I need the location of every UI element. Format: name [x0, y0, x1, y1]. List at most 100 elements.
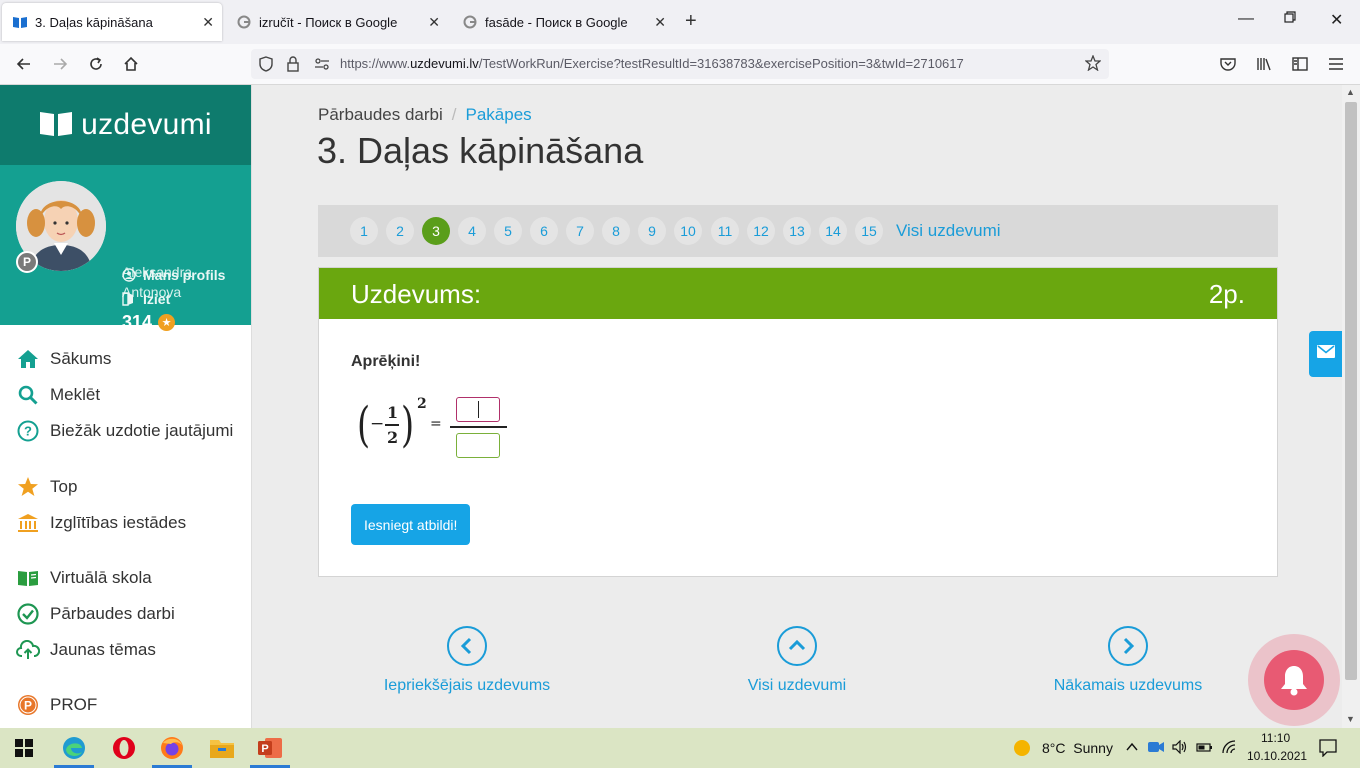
sidebar-item-search[interactable]: Meklēt [16, 383, 100, 407]
battery-icon[interactable] [1196, 740, 1214, 759]
tab-title: izručīt - Поиск в Google [259, 14, 398, 30]
url-bar[interactable]: https://www.uzdevumi.lv/TestWorkRun/Exer… [251, 49, 1109, 79]
new-tab-icon[interactable]: + [685, 10, 697, 33]
reload-icon[interactable] [84, 52, 108, 76]
page-button-9[interactable]: 9 [638, 217, 666, 245]
lock-icon[interactable] [287, 56, 299, 77]
prof-badge: P [16, 251, 38, 273]
notifications-button[interactable] [1248, 634, 1340, 726]
exponent: 2 [417, 396, 427, 412]
tab-close-icon[interactable]: ✕ [202, 14, 214, 31]
notifications-center-icon[interactable] [1319, 739, 1337, 762]
task-points: 2p. [1208, 279, 1245, 309]
url-text[interactable]: https://www.uzdevumi.lv/TestWorkRun/Exer… [340, 56, 964, 71]
chevron-up-tray-icon[interactable] [1126, 740, 1138, 758]
page-button-6[interactable]: 6 [530, 217, 558, 245]
page-button-13[interactable]: 13 [783, 217, 811, 245]
sidebar-item-virtual-school[interactable]: Virtuālā skola [16, 566, 152, 590]
page-button-8[interactable]: 8 [602, 217, 630, 245]
chevron-right-icon [1108, 626, 1148, 666]
page-button-4[interactable]: 4 [458, 217, 486, 245]
page-button-15[interactable]: 15 [855, 217, 883, 245]
sidebar-item-label: Sākums [50, 349, 112, 368]
scroll-down-icon[interactable]: ▼ [1346, 714, 1355, 724]
submit-answer-button[interactable]: Iesniegt atbildi! [351, 504, 471, 545]
start-button[interactable] [0, 728, 48, 768]
sidebar-item-home[interactable]: Sākums [16, 347, 111, 371]
library-icon[interactable] [1252, 52, 1276, 76]
breadcrumb-item-powers[interactable]: Pakāpes [466, 105, 532, 124]
previous-task-label: Iepriekšējais uzdevums [383, 677, 551, 694]
left-paren: ( [357, 397, 371, 453]
back-icon[interactable] [12, 52, 36, 76]
home-browser-icon[interactable] [119, 52, 143, 76]
page-button-10[interactable]: 10 [674, 217, 702, 245]
logo[interactable]: uzdevumi [0, 85, 251, 165]
sidebar-toggle-icon[interactable] [1288, 52, 1312, 76]
page-button-11[interactable]: 11 [711, 217, 739, 245]
numerator-input[interactable] [456, 397, 500, 422]
sidebar-item-top[interactable]: Top [16, 475, 77, 499]
page-button-3[interactable]: 3 [422, 217, 450, 245]
powerpoint-taskbar-icon[interactable]: P [246, 728, 294, 768]
my-profile-label: Mans profils [143, 267, 226, 283]
logout-link[interactable]: Iziet [122, 291, 170, 307]
page-scrollbar[interactable]: ▲ ▼ [1342, 85, 1360, 728]
user-score: 314 ★ [122, 312, 176, 333]
sidebar-item-new-topics[interactable]: Jaunas tēmas [16, 638, 156, 662]
tab-title: 3. Daļas kāpināšana [35, 14, 153, 30]
bookmark-star-icon[interactable] [1084, 54, 1102, 76]
opera-taskbar-icon[interactable] [100, 728, 148, 768]
denominator-input[interactable] [456, 433, 500, 458]
shield-icon[interactable] [259, 56, 273, 77]
page-button-5[interactable]: 5 [494, 217, 522, 245]
volume-icon[interactable] [1172, 739, 1188, 759]
file-explorer-taskbar-icon[interactable] [198, 728, 246, 768]
breadcrumb-item-tests[interactable]: Pārbaudes darbi [318, 105, 443, 124]
restore-icon[interactable] [1284, 10, 1296, 28]
menu-icon[interactable] [1324, 52, 1348, 76]
close-window-icon[interactable]: ✕ [1330, 10, 1343, 30]
feedback-mail-button[interactable] [1309, 331, 1343, 377]
sidebar-item-tests[interactable]: Pārbaudes darbi [16, 602, 175, 626]
sidebar-item-institutions[interactable]: Izglītības iestādes [16, 511, 186, 535]
minimize-icon[interactable]: — [1238, 10, 1254, 28]
firefox-taskbar-icon[interactable] [148, 728, 196, 768]
browser-tab-bar: 3. Daļas kāpināšana ✕ izručīt - Поиск в … [0, 0, 1360, 44]
sidebar-item-prof[interactable]: P PROF [16, 693, 97, 717]
next-task-link[interactable]: Nākamais uzdevums [1040, 626, 1216, 695]
permissions-icon[interactable] [314, 57, 330, 76]
wifi-icon[interactable] [1221, 740, 1237, 759]
chevron-left-icon [447, 626, 487, 666]
edge-taskbar-icon[interactable] [50, 728, 98, 768]
meet-camera-icon[interactable] [1148, 740, 1164, 759]
weather-text[interactable]: 8°C Sunny [1042, 740, 1113, 756]
logout-door-icon [122, 292, 137, 306]
weather-sun-icon[interactable] [1013, 739, 1031, 762]
page-button-2[interactable]: 2 [386, 217, 414, 245]
tab-close-icon[interactable]: ✕ [654, 14, 666, 31]
prof-icon: P [16, 693, 40, 717]
page-button-7[interactable]: 7 [566, 217, 594, 245]
scroll-thumb[interactable] [1345, 102, 1357, 680]
forward-icon[interactable] [48, 52, 72, 76]
all-tasks-link[interactable]: Visi uzdevumi [896, 221, 1001, 241]
bell-icon [1264, 650, 1324, 710]
all-tasks-nav-link[interactable]: Visi uzdevumi [737, 626, 857, 695]
clock-time[interactable]: 11:10 [1261, 731, 1290, 745]
fraction-numerator: 1 [387, 403, 399, 422]
page-button-14[interactable]: 14 [819, 217, 847, 245]
svg-text:?: ? [24, 424, 32, 439]
page-button-12[interactable]: 12 [747, 217, 775, 245]
tab-active[interactable]: 3. Daļas kāpināšana ✕ [2, 3, 222, 41]
scroll-up-icon[interactable]: ▲ [1346, 87, 1355, 97]
sidebar-item-faq[interactable]: ? Biežāk uzdotie jautājumi [16, 419, 233, 443]
tab-close-icon[interactable]: ✕ [428, 14, 440, 31]
tab-google-1[interactable]: izručīt - Поиск в Google ✕ [226, 0, 448, 44]
page-button-1[interactable]: 1 [350, 217, 378, 245]
clock-date[interactable]: 10.10.2021 [1247, 749, 1307, 763]
pocket-icon[interactable] [1216, 52, 1240, 76]
my-profile-link[interactable]: Mans profils [122, 267, 225, 283]
previous-task-link[interactable]: Iepriekšējais uzdevums [370, 626, 564, 695]
tab-google-2[interactable]: fasāde - Поиск в Google ✕ [452, 0, 674, 44]
